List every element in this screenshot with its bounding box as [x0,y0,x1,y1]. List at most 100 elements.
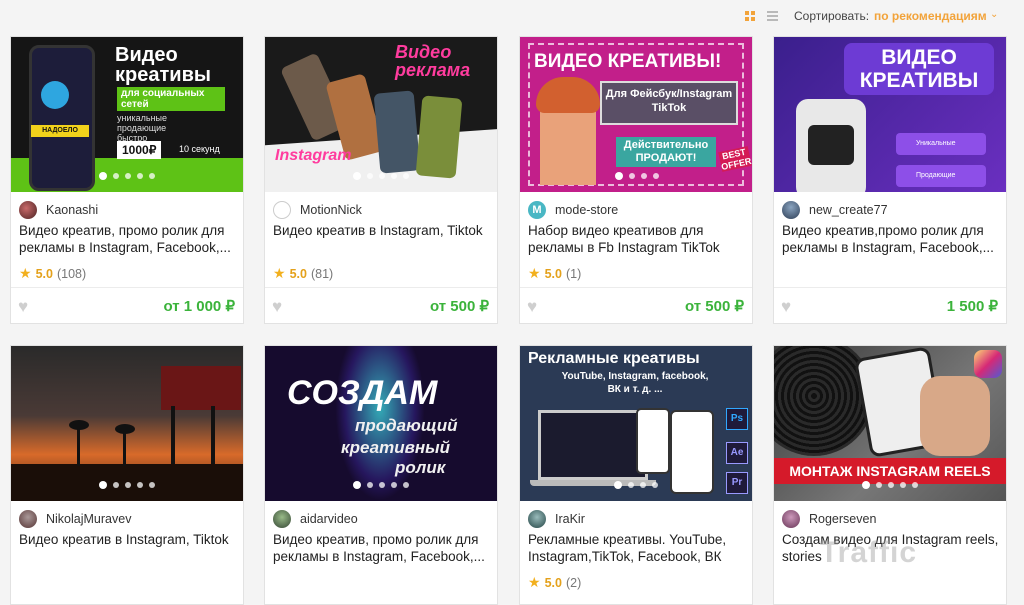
card-thumbnail[interactable]: ВИДЕО КРЕАТИВЫ! Для Фейсбук/Instagram Ti… [520,37,752,192]
thumb-sub: для социальных сетей [117,87,225,111]
grid-view-icon[interactable] [745,11,755,21]
after-effects-icon: Ae [726,442,748,464]
avatar [273,510,291,528]
sort-bar: Сортировать: по рекомендациям ⌄ [0,0,1024,34]
thumb-headline: ВИДЕО КРЕАТИВЫ! [534,51,722,72]
carousel-dots[interactable] [265,166,497,184]
card-thumbnail[interactable]: Рекламные креативы YouTube, Instagram, f… [520,346,752,501]
rating-value: 5.0 [544,266,562,281]
seller-name[interactable]: aidarvideo [300,512,358,526]
thumb-item2: Продающие [896,165,986,187]
price: от 1 000 ₽ [163,298,235,315]
product-card[interactable]: Рекламные креативы YouTube, Instagram, f… [519,345,753,605]
price: от 500 ₽ [429,298,489,315]
price: 1 500 ₽ [946,298,998,315]
review-count: (2) [565,575,582,590]
seller[interactable]: Rogerseven [782,510,876,528]
thumb-headline: Рекламные креативы [528,350,700,367]
watermark-text: Traffic [820,536,918,569]
carousel-dots[interactable] [11,166,243,184]
product-card[interactable]: СОЗДАМ продающий креативный ролик aidarv… [264,345,498,605]
carousel-dots[interactable] [774,475,1006,493]
sort-label: Сортировать: [794,9,870,23]
thumb-time: 10 секунд [179,144,220,154]
star-icon: ★ [528,574,541,590]
card-footer: ♥ от 500 ₽ [265,287,497,323]
card-footer: ♥ 1 500 ₽ [774,287,1006,323]
star-icon: ★ [273,265,286,281]
seller[interactable]: IraKir [528,510,585,528]
card-title[interactable]: Рекламные креативы. YouTube, Instagram,T… [528,531,748,565]
card-footer: ♥ от 1 000 ₽ [11,287,243,323]
product-card[interactable]: NikolajMuravev Видео креатив в Instagram… [10,345,244,605]
product-card[interactable]: ВИДЕО КРЕАТИВЫ! Для Фейсбук/Instagram Ti… [519,36,753,324]
product-card[interactable]: ВИДЕО КРЕАТИВЫ Уникальные Продающие new_… [773,36,1007,324]
thumb-price-tag: 1000₽ [117,141,162,159]
card-title[interactable]: Видео креатив в Instagram, Tiktok [273,222,493,239]
avatar [273,201,291,219]
seller-name[interactable]: Kaonashi [46,203,98,217]
card-thumbnail[interactable]: СОЗДАМ продающий креативный ролик [265,346,497,501]
card-title[interactable]: Набор видео креативов для рекламы в Fb I… [528,222,748,256]
review-count: (108) [56,266,87,281]
heart-icon[interactable]: ♥ [527,297,537,317]
card-title[interactable]: Видео креатив, промо ролик для рекламы в… [19,222,239,256]
avatar: M [528,201,546,219]
rating: ★ 5.0 (1) [528,265,581,282]
heart-icon[interactable]: ♥ [781,297,791,317]
seller[interactable]: NikolajMuravev [19,510,131,528]
thumb-headline: ВИДЕО КРЕАТИВЫ [844,43,994,95]
thumb-sub: Instagram [275,147,352,164]
card-title[interactable]: Видео креатив, промо ролик для рекламы в… [273,531,493,565]
star-icon: ★ [528,265,541,281]
carousel-dots[interactable] [11,475,243,493]
rating-value: 5.0 [544,575,562,590]
carousel-dots[interactable] [265,475,497,493]
thumb-headline: Видео реклама [395,42,471,80]
card-thumbnail[interactable]: ВИДЕО КРЕАТИВЫ Уникальные Продающие [774,37,1006,192]
thumb-headline: СОЗДАМ [287,374,438,412]
chevron-down-icon[interactable]: ⌄ [990,9,998,20]
seller[interactable]: new_create77 [782,201,888,219]
product-card[interactable]: Видео реклама Instagram MotionNick Видео… [264,36,498,324]
card-title[interactable]: Видео креатив в Instagram, Tiktok [19,531,239,548]
seller-name[interactable]: NikolajMuravev [46,512,131,526]
seller[interactable]: aidarvideo [273,510,358,528]
seller-name[interactable]: IraKir [555,512,585,526]
seller[interactable]: Kaonashi [19,201,98,219]
review-count: (81) [310,266,334,281]
thumb-sub: YouTube, Instagram, facebook, ВК и т. д.… [561,371,709,395]
card-thumbnail[interactable]: МОНТАЖ INSTAGRAM REELS [774,346,1006,501]
card-footer: ♥ от 500 ₽ [520,287,752,323]
star-icon: ★ [19,265,32,281]
thumb-line3: креативный [341,438,451,457]
seller-name[interactable]: MotionNick [300,203,362,217]
card-thumbnail[interactable] [11,346,243,501]
list-view-icon[interactable] [767,11,778,21]
rating-value: 5.0 [35,266,53,281]
carousel-dots[interactable] [612,166,752,184]
card-title[interactable]: Видео креатив,промо ролик для рекламы в … [782,222,1002,256]
product-card[interactable]: НАДОЕЛО Видео креативы для социальных се… [10,36,244,324]
seller[interactable]: MotionNick [273,201,362,219]
sort-dropdown[interactable]: по рекомендациям [874,9,987,23]
heart-icon[interactable]: ♥ [272,297,282,317]
carousel-dots[interactable] [520,475,752,493]
instagram-icon [974,350,1002,378]
thumb-banner: Действительно ПРОДАЮТ! [616,137,716,167]
price: от 500 ₽ [684,298,744,315]
card-thumbnail[interactable]: Видео реклама Instagram [265,37,497,192]
phone-badge: НАДОЕЛО [31,125,89,137]
seller[interactable]: M mode-store [528,201,618,219]
rating: ★ 5.0 (108) [19,265,86,282]
seller-name[interactable]: Rogerseven [809,512,876,526]
card-thumbnail[interactable]: НАДОЕЛО Видео креативы для социальных се… [11,37,243,192]
review-count: (1) [565,266,582,281]
seller-name[interactable]: mode-store [555,203,618,217]
heart-icon[interactable]: ♥ [18,297,28,317]
thumb-box: Для Фейсбук/Instagram TikTok [600,81,738,125]
rating: ★ 5.0 (81) [273,265,333,282]
seller-name[interactable]: new_create77 [809,203,888,217]
avatar [19,510,37,528]
thumb-desc: уникальные продающие быстро [117,113,168,143]
